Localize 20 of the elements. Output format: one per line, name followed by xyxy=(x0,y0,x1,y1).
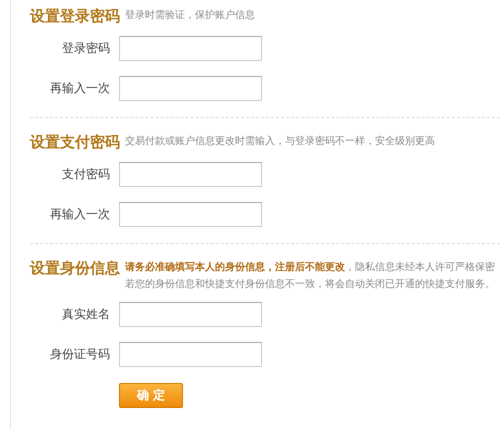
input-field[interactable] xyxy=(119,36,262,61)
input-field[interactable] xyxy=(119,342,262,367)
input-field[interactable] xyxy=(119,302,262,327)
section-note: 登录时需验证，保护账户信息 xyxy=(125,9,255,23)
field-label: 支付密码 xyxy=(61,166,110,183)
section-note: 请务必准确填写本人的身份信息，注册后不能更改，隐私信息未经本人许可严格保密 xyxy=(125,261,495,275)
field-label: 再输入一次 xyxy=(49,80,110,97)
section-note: 若您的身份信息和快捷支付身份信息不一致，将会自动关闭已开通的快捷支付服务。 xyxy=(125,278,495,292)
section-title: 设置登录密码 xyxy=(30,6,120,26)
confirm-button[interactable]: 确 定 xyxy=(119,383,183,408)
field-label: 真实姓名 xyxy=(61,306,110,323)
field-label: 再输入一次 xyxy=(49,206,110,223)
field-label: 身份证号码 xyxy=(49,346,110,363)
section-title: 设置支付密码 xyxy=(30,132,120,152)
input-field[interactable] xyxy=(119,162,262,187)
input-field[interactable] xyxy=(119,76,262,101)
input-field[interactable] xyxy=(119,202,262,227)
field-label: 登录密码 xyxy=(61,40,110,57)
section-note: 交易付款或账户信息更改时需输入，与登录密码不一样，安全级别更高 xyxy=(125,135,435,149)
section-title: 设置身份信息 xyxy=(30,258,120,278)
